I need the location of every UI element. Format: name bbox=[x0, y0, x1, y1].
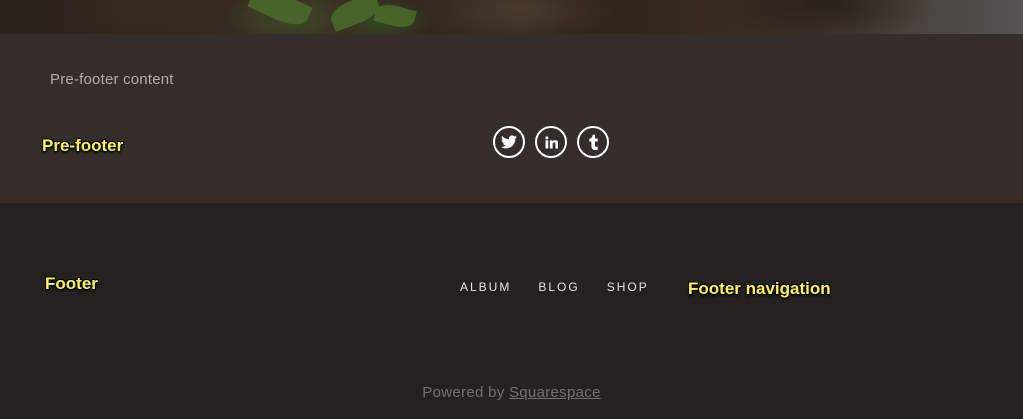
hero-image-strip bbox=[0, 0, 1023, 34]
linkedin-link[interactable] bbox=[535, 126, 567, 158]
powered-by-text: Powered by bbox=[422, 384, 505, 401]
footer-nav-album[interactable]: ALBUM bbox=[460, 280, 511, 294]
annotation-footer-navigation: Footer navigation bbox=[688, 279, 831, 298]
garnish-leaf-decoration bbox=[247, 0, 313, 32]
twitter-link[interactable] bbox=[493, 126, 525, 158]
tumblr-link[interactable] bbox=[577, 126, 609, 158]
prefooter-content-text: Pre-footer content bbox=[50, 71, 174, 88]
linkedin-icon bbox=[544, 135, 558, 148]
footer-nav-blog[interactable]: BLOG bbox=[538, 280, 579, 294]
prefooter-section: Pre-footer content Pre-footer bbox=[0, 34, 1023, 203]
footer-nav-shop[interactable]: SHOP bbox=[607, 280, 649, 294]
powered-by-line: Powered by Squarespace bbox=[0, 384, 1023, 401]
garnish-leaf-decoration bbox=[373, 1, 417, 31]
tumblr-icon bbox=[589, 134, 598, 150]
social-links bbox=[493, 126, 609, 158]
annotation-prefooter: Pre-footer bbox=[42, 136, 124, 155]
footer-navigation: ALBUM BLOG SHOP bbox=[460, 280, 649, 294]
annotation-footer: Footer bbox=[45, 274, 98, 293]
squarespace-link[interactable]: Squarespace bbox=[509, 384, 601, 401]
twitter-icon bbox=[501, 135, 517, 149]
footer-section: Footer ALBUM BLOG SHOP Footer navigation… bbox=[0, 203, 1023, 419]
